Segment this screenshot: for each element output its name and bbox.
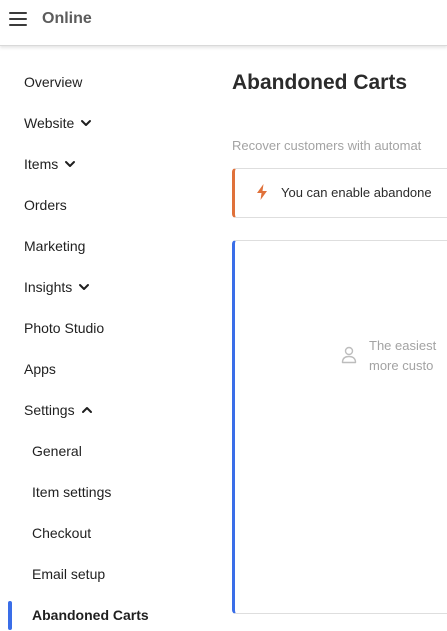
sidebar-subitem-checkout[interactable]: Checkout — [32, 518, 91, 548]
sidebar-subitem-general[interactable]: General — [32, 436, 82, 466]
sidebar-item-label: Photo Studio — [24, 320, 105, 336]
sidebar-subitem-label: Abandoned Carts — [32, 607, 149, 623]
sidebar-subitem-label: General — [32, 443, 82, 459]
hamburger-menu-icon[interactable] — [7, 9, 29, 31]
sidebar-item-photo-studio[interactable]: Photo Studio — [24, 313, 104, 343]
active-indicator — [8, 601, 12, 630]
sidebar-nav: Overview Website Items Orders Marketing … — [0, 47, 210, 631]
sidebar-item-label: Insights — [24, 279, 73, 295]
empty-state-line-2: more custo — [369, 358, 434, 373]
sidebar-item-items[interactable]: Items — [24, 149, 77, 179]
chevron-down-icon — [63, 159, 77, 169]
sidebar-subitem-abandoned-carts[interactable]: Abandoned Carts — [32, 600, 149, 630]
sidebar-item-label: Overview — [24, 74, 83, 90]
sidebar-subitem-item-settings[interactable]: Item settings — [32, 477, 111, 507]
empty-state-text: The easiest more custo — [369, 336, 436, 376]
sidebar-item-website[interactable]: Website — [24, 108, 93, 138]
sidebar-subitem-label: Email setup — [32, 566, 106, 582]
sidebar-subitem-label: Checkout — [32, 525, 92, 541]
sidebar-item-label: Apps — [24, 361, 56, 377]
notice-text: You can enable abandone — [281, 185, 432, 200]
sidebar-item-overview[interactable]: Overview — [24, 67, 82, 97]
lightning-bolt-icon — [257, 184, 267, 200]
person-icon — [341, 346, 357, 364]
sidebar-item-label: Orders — [24, 197, 67, 213]
abandoned-carts-panel — [232, 240, 447, 614]
sidebar-item-orders[interactable]: Orders — [24, 190, 67, 220]
chevron-up-icon — [80, 405, 94, 415]
top-bar: Online — [0, 0, 447, 46]
sidebar-item-settings[interactable]: Settings — [24, 395, 94, 425]
chevron-down-icon — [77, 282, 91, 292]
app-title: Online — [42, 10, 92, 27]
sidebar-item-label: Website — [24, 115, 75, 131]
sidebar-item-label: Settings — [24, 402, 75, 418]
sidebar-item-apps[interactable]: Apps — [24, 354, 56, 384]
sidebar-item-label: Items — [24, 156, 59, 172]
main-content: Abandoned Carts Recover customers with a… — [232, 47, 447, 631]
sidebar-item-marketing[interactable]: Marketing — [24, 231, 85, 261]
sidebar-subitem-email-setup[interactable]: Email setup — [32, 559, 105, 589]
page-description: Recover customers with automat — [232, 138, 422, 153]
sidebar-subitem-label: Item settings — [32, 484, 112, 500]
enable-notice-banner: You can enable abandone — [232, 168, 447, 218]
chevron-down-icon — [79, 118, 93, 128]
page-title: Abandoned Carts — [232, 71, 408, 94]
empty-state-line-1: The easiest — [369, 338, 437, 353]
sidebar-item-label: Marketing — [24, 238, 86, 254]
sidebar-item-insights[interactable]: Insights — [24, 272, 91, 302]
